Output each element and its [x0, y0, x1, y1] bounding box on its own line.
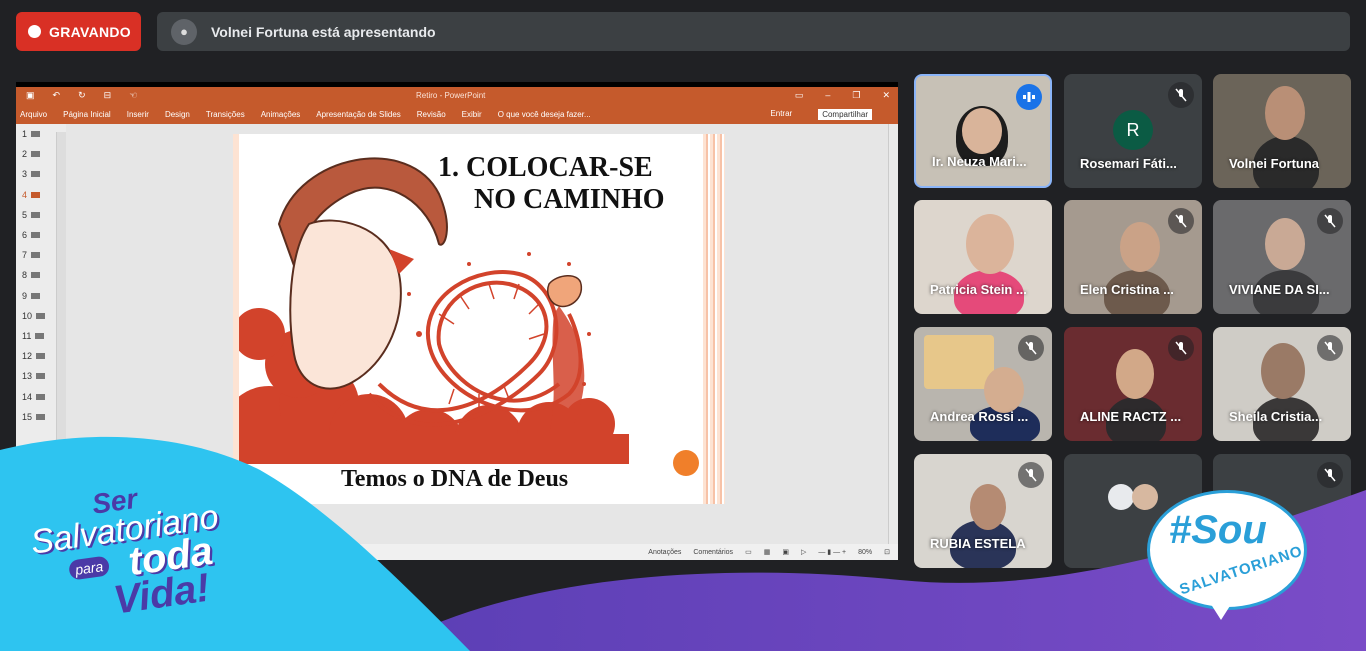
tab-transicoes[interactable]: Transições [206, 110, 245, 119]
sorter-view-icon[interactable]: ▦ [764, 548, 771, 556]
raise-hand-button[interactable] [628, 594, 666, 632]
slide-title-line2: NO CAMINHO [474, 184, 665, 215]
window-controls: ▭ – ❐ ✕ [795, 90, 890, 101]
sou-salvatoriano-badge: #Sou SALVATORIANO [1147, 490, 1307, 622]
zoom-slider[interactable]: — ▮ — + [818, 548, 846, 556]
undo-icon[interactable]: ↶ [53, 90, 61, 101]
participant-face [1265, 86, 1305, 140]
participant-tile[interactable]: RUBIA ESTELA [914, 454, 1052, 568]
tell-me-field[interactable]: O que você deseja fazer... [498, 110, 591, 119]
current-slide: 1. COLOCAR-SE NO CAMINHO Temos o DNA de … [233, 134, 725, 504]
mic-off-icon [1018, 462, 1044, 488]
participant-face [966, 214, 1014, 274]
mic-off-icon [1317, 335, 1343, 361]
mic-off-icon [1168, 335, 1194, 361]
participant-tile[interactable]: Sheila Cristia... [1213, 327, 1351, 441]
participant-name: Volnei Fortuna [1229, 156, 1320, 171]
camera-toggle-button[interactable] [576, 594, 614, 632]
window-title: Retiro - PowerPoint [416, 91, 486, 100]
mic-off-icon [1018, 335, 1044, 361]
tab-revisao[interactable]: Revisão [417, 110, 446, 119]
tab-inserir[interactable]: Inserir [127, 110, 149, 119]
save-icon[interactable]: ▣ [26, 90, 35, 101]
tab-exibir[interactable]: Exibir [462, 110, 482, 119]
comments-button[interactable]: Comentários [693, 549, 733, 556]
slideshow-view-icon[interactable]: ▷ [801, 548, 806, 556]
ppt-title-bar: ▣ ↶ ↻ ⊟ ☜ Retiro - PowerPoint ▭ – ❐ ✕ [16, 87, 898, 105]
reading-view-icon[interactable]: ▣ [782, 548, 789, 556]
slide-title-line1: 1. COLOCAR-SE [438, 152, 653, 183]
participant-name: RUBIA ESTELA [930, 536, 1026, 551]
participant-avatar: R [1113, 110, 1153, 150]
mic-off-icon [1317, 462, 1343, 488]
notes-button[interactable]: Anotações [648, 549, 681, 556]
speech-bubble-tail [1207, 598, 1235, 620]
participant-face [962, 108, 1002, 154]
participant-tile[interactable]: Ir. Neuza Mari... [914, 74, 1052, 188]
orange-circle [673, 450, 699, 476]
mic-off-icon [1168, 82, 1194, 108]
participant-face [1265, 218, 1305, 270]
redo-icon[interactable]: ↻ [78, 90, 86, 101]
participant-name: Sheila Cristia... [1229, 409, 1323, 424]
participant-face [1261, 343, 1305, 399]
participant-tile[interactable]: R Rosemari Fáti... [1064, 74, 1202, 188]
tab-arquivo[interactable]: Arquivo [20, 110, 47, 119]
participant-name: Elen Cristina ... [1080, 282, 1174, 297]
participant-avatar [1108, 484, 1134, 510]
participant-name: Patricia Stein ... [930, 282, 1027, 297]
tab-design[interactable]: Design [165, 110, 190, 119]
mic-off-icon [1168, 208, 1194, 234]
ribbon-options-icon[interactable]: ▭ [795, 90, 804, 101]
presenter-avatar: ● [171, 18, 197, 45]
enter-link[interactable]: Entrar [770, 109, 792, 120]
touch-mode-icon[interactable]: ☜ [129, 90, 137, 101]
participant-name: Rosemari Fáti... [1080, 156, 1177, 171]
tab-pagina-inicial[interactable]: Página Inicial [63, 110, 111, 119]
participant-tile[interactable]: Patricia Stein ... [914, 200, 1052, 314]
record-icon [28, 25, 41, 38]
fit-slide-icon[interactable]: ⊡ [884, 548, 890, 556]
slideshow-icon[interactable]: ⊟ [104, 90, 112, 101]
participant-name: Andrea Rossi ... [930, 409, 1029, 424]
speaking-indicator-icon [1016, 84, 1042, 110]
tab-animacoes[interactable]: Animações [261, 110, 301, 119]
flower-painting [924, 335, 994, 389]
recording-label: GRAVANDO [49, 23, 131, 40]
minimize-icon[interactable]: – [825, 90, 830, 101]
present-button[interactable] [680, 594, 718, 632]
mic-off-icon [1317, 208, 1343, 234]
participant-face [984, 367, 1024, 413]
quick-access-toolbar: ▣ ↶ ↻ ⊟ ☜ [26, 90, 137, 101]
participant-name: ALINE RACTZ ... [1080, 409, 1182, 424]
close-icon[interactable]: ✕ [882, 90, 890, 101]
participant-face [970, 484, 1006, 530]
maximize-icon[interactable]: ❐ [852, 90, 860, 101]
recording-button[interactable]: GRAVANDO [16, 12, 141, 51]
more-options-button[interactable] [732, 594, 770, 632]
participant-face [1120, 222, 1160, 272]
presenter-banner[interactable]: ● Volnei Fortuna está apresentando [157, 12, 1350, 51]
mic-toggle-button[interactable] [524, 594, 562, 632]
editor-scrollbar[interactable] [888, 124, 898, 544]
thumbnails-scrollbar[interactable] [56, 132, 66, 512]
participant-tile[interactable]: ALINE RACTZ ... [1064, 327, 1202, 441]
participant-name: VIVIANE DA SI... [1229, 282, 1330, 297]
share-button[interactable]: Compartilhar [818, 109, 872, 120]
slide-caption: Temos o DNA de Deus [341, 466, 569, 492]
normal-view-icon[interactable]: ▭ [745, 548, 752, 556]
leave-call-button[interactable] [782, 594, 838, 632]
presenter-text: Volnei Fortuna está apresentando [211, 23, 436, 40]
participant-tile[interactable]: Andrea Rossi ... [914, 327, 1052, 441]
tab-apresentacao[interactable]: Apresentação de Slides [316, 110, 401, 119]
participant-face [1116, 349, 1154, 399]
participant-name: Ir. Neuza Mari... [932, 154, 1027, 169]
zoom-level[interactable]: 80% [858, 549, 872, 556]
participant-tile[interactable]: Elen Cristina ... [1064, 200, 1202, 314]
participant-tile[interactable]: VIVIANE DA SI... [1213, 200, 1351, 314]
ppt-ribbon-tabs: Arquivo Página Inicial Inserir Design Tr… [16, 105, 898, 124]
participant-tile[interactable]: Volnei Fortuna [1213, 74, 1351, 188]
slide-title: 1. COLOCAR-SE NO CAMINHO [438, 152, 698, 216]
